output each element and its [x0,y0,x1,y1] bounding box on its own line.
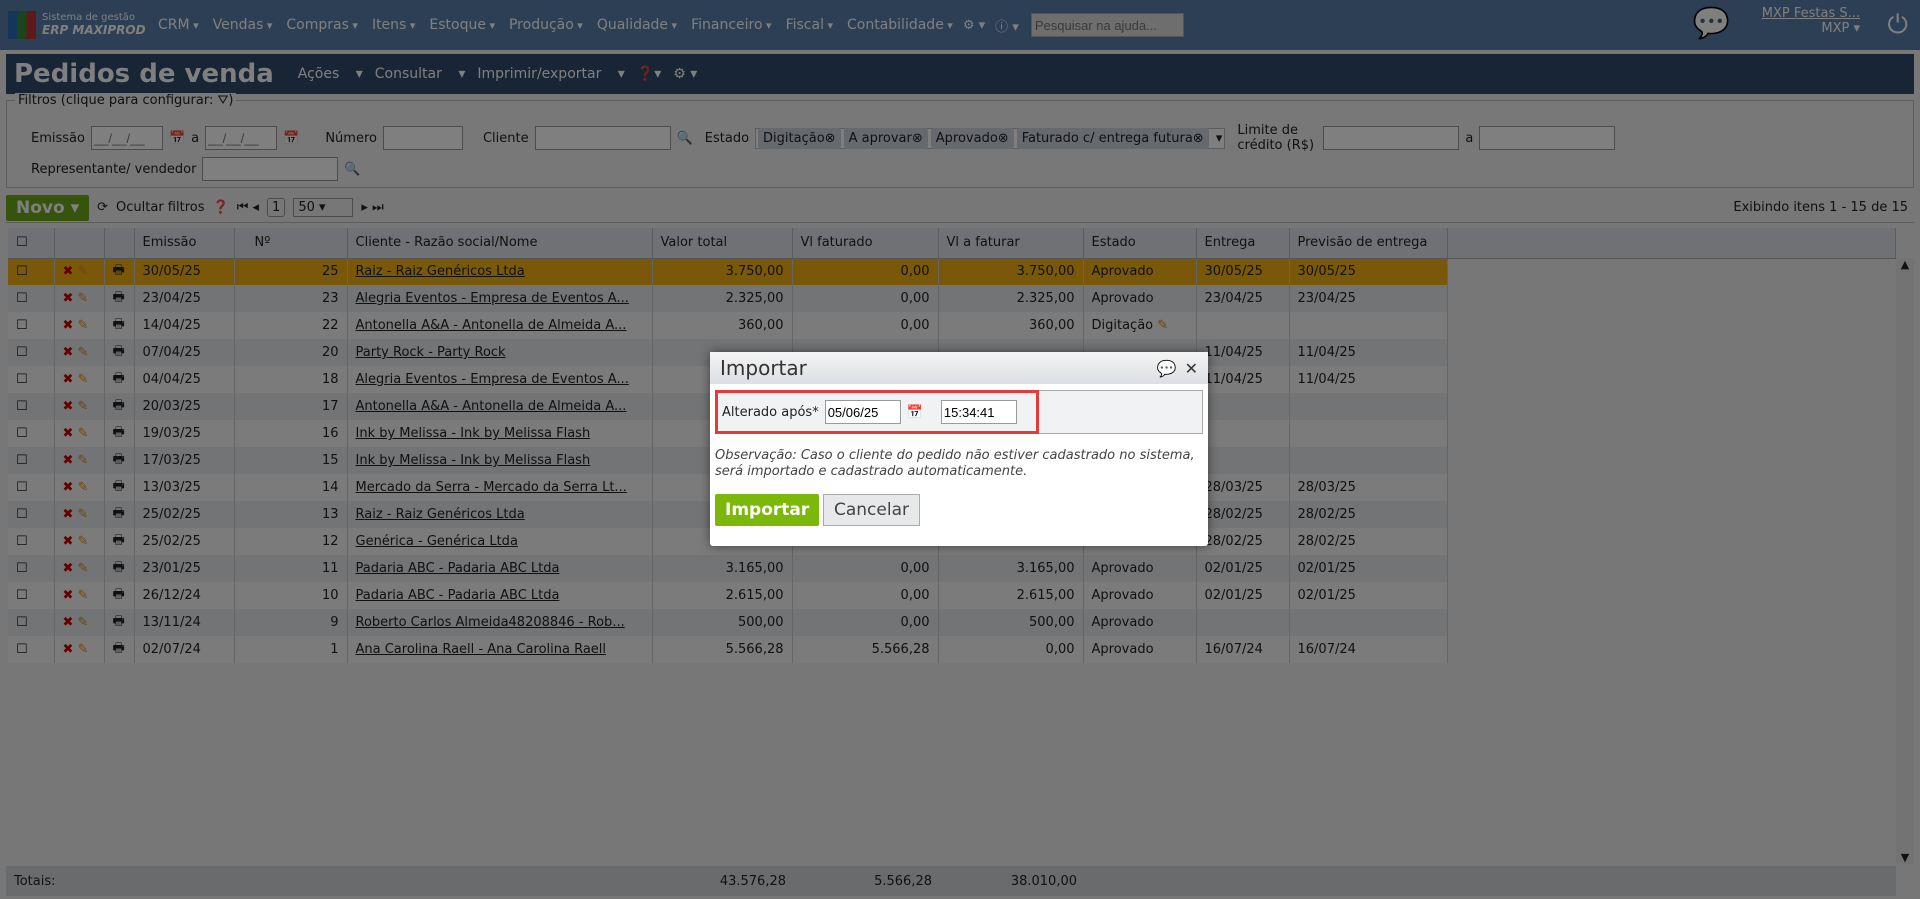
date-input[interactable] [824,400,901,424]
close-icon[interactable]: ✕ [1185,359,1198,378]
import-button[interactable]: Importar [715,494,820,526]
dialog-title: Importar [720,356,807,380]
chat-icon[interactable]: 💬 [1157,359,1177,378]
altered-after-field: Alterado após* 📅 [715,390,1039,434]
import-dialog: Importar 💬 ✕ Alterado após* 📅 Observação: … [710,352,1208,546]
dialog-note: Observação: Caso o cliente do pedido não… [715,448,1195,479]
calendar-icon[interactable]: 📅 [907,405,923,420]
time-input[interactable] [940,400,1017,424]
altered-after-label: Alterado após* [722,404,819,420]
cancel-button[interactable]: Cancelar [823,494,920,526]
